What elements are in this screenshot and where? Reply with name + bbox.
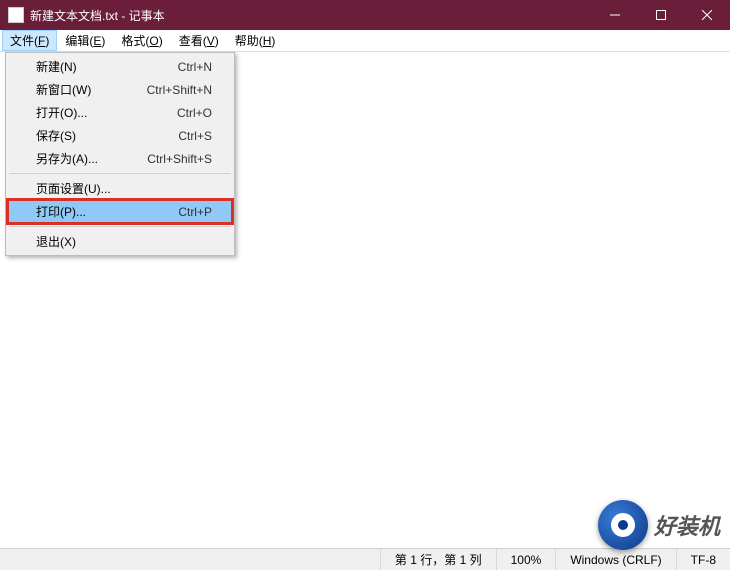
menu-item-label: 打印(P)... [36, 203, 178, 220]
status-encoding: TF-8 [676, 549, 730, 570]
menu-item-new[interactable]: 新建(N) Ctrl+N [8, 55, 232, 78]
menu-item-new-window[interactable]: 新窗口(W) Ctrl+Shift+N [8, 78, 232, 101]
titlebar: 新建文本文档.txt - 记事本 [0, 0, 730, 30]
statusbar: 第 1 行，第 1 列 100% Windows (CRLF) TF-8 [0, 548, 730, 570]
menu-item-open[interactable]: 打开(O)... Ctrl+O [8, 101, 232, 124]
close-button[interactable] [684, 0, 730, 30]
watermark-logo-icon [598, 500, 648, 550]
status-line-ending: Windows (CRLF) [555, 549, 675, 570]
watermark: 好装机 [598, 500, 720, 550]
menu-item-shortcut: Ctrl+N [178, 60, 212, 74]
menu-help[interactable]: 帮助(H) [227, 30, 284, 51]
menu-format[interactable]: 格式(O) [113, 30, 170, 51]
menu-item-label: 保存(S) [36, 127, 178, 144]
app-icon [8, 7, 24, 23]
menubar: 文件(F) 编辑(E) 格式(O) 查看(V) 帮助(H) [0, 30, 730, 52]
menu-view[interactable]: 查看(V) [171, 30, 227, 51]
watermark-text: 好装机 [654, 509, 720, 541]
menu-item-shortcut: Ctrl+Shift+S [147, 152, 212, 166]
menu-item-label: 新窗口(W) [36, 81, 147, 98]
file-menu-dropdown: 新建(N) Ctrl+N 新窗口(W) Ctrl+Shift+N 打开(O)..… [5, 52, 235, 256]
minimize-button[interactable] [592, 0, 638, 30]
menu-item-shortcut: Ctrl+P [178, 205, 212, 219]
menu-item-save-as[interactable]: 另存为(A)... Ctrl+Shift+S [8, 147, 232, 170]
menu-file[interactable]: 文件(F) [2, 30, 57, 51]
menu-item-label: 打开(O)... [36, 104, 177, 121]
menu-item-shortcut: Ctrl+O [177, 106, 212, 120]
menu-item-save[interactable]: 保存(S) Ctrl+S [8, 124, 232, 147]
menu-item-label: 另存为(A)... [36, 150, 147, 167]
menu-separator [9, 173, 231, 174]
status-zoom: 100% [496, 549, 556, 570]
menu-item-shortcut: Ctrl+Shift+N [147, 83, 212, 97]
menu-edit[interactable]: 编辑(E) [57, 30, 113, 51]
window-controls [592, 0, 730, 30]
status-position: 第 1 行，第 1 列 [380, 549, 496, 570]
maximize-button[interactable] [638, 0, 684, 30]
menu-item-label: 退出(X) [36, 233, 212, 250]
menu-item-label: 新建(N) [36, 58, 178, 75]
menu-item-label: 页面设置(U)... [36, 180, 212, 197]
menu-item-exit[interactable]: 退出(X) [8, 230, 232, 253]
menu-item-print[interactable]: 打印(P)... Ctrl+P [8, 200, 232, 223]
menu-separator [9, 226, 231, 227]
menu-item-page-setup[interactable]: 页面设置(U)... [8, 177, 232, 200]
menu-item-shortcut: Ctrl+S [178, 129, 212, 143]
window-title: 新建文本文档.txt - 记事本 [30, 7, 592, 24]
